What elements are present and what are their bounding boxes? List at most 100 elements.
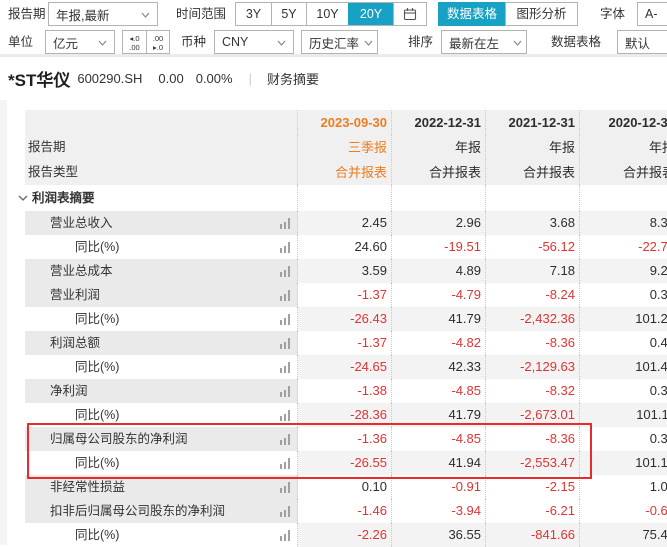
value-cell: 3.68 xyxy=(486,211,580,235)
bar-chart-icon[interactable] xyxy=(278,458,290,469)
table-row: 归属母公司股东的净利润-1.36-4.85-8.360.34 xyxy=(25,427,667,451)
sort-value: 最新在左 xyxy=(449,33,499,52)
value-cell: -2.15 xyxy=(486,475,580,499)
row-label-cell: 营业利润 xyxy=(25,283,298,307)
bar-chart-icon[interactable] xyxy=(278,290,290,301)
bar-chart-icon[interactable] xyxy=(278,338,290,349)
value-cell: -22.72 xyxy=(580,235,667,259)
unit-dropdown[interactable]: 亿元 xyxy=(45,30,115,54)
sort-label: 排序 xyxy=(408,35,433,49)
row-label-cell: 同比(%) xyxy=(25,523,298,547)
column-header: 年报 xyxy=(486,135,580,160)
calendar-icon[interactable] xyxy=(393,3,426,25)
report-period-dropdown[interactable]: 年报,最新 xyxy=(48,2,158,26)
row-label: 营业总收入 xyxy=(25,211,113,235)
font-label: 字体 xyxy=(600,7,625,21)
time-range-10y[interactable]: 10Y xyxy=(306,3,348,25)
chevron-down-icon xyxy=(277,35,286,49)
row-label-cell: 非经常性损益 xyxy=(25,475,298,499)
view-tab-0[interactable]: 数据表格 xyxy=(438,2,506,26)
table-row: 同比(%)-26.4341.79-2,432.36101.24 xyxy=(25,307,667,331)
bar-chart-icon[interactable] xyxy=(278,314,290,325)
column-header: 年报 xyxy=(580,135,667,160)
section-income-statement-summary[interactable]: 利润表摘要 xyxy=(25,185,667,211)
font-size-control[interactable]: A- xyxy=(637,2,667,26)
bar-chart-icon[interactable] xyxy=(278,266,290,277)
fx-rate-dropdown[interactable]: 历史汇率 xyxy=(301,30,378,54)
bar-chart-icon[interactable] xyxy=(278,242,290,253)
value-cell: -4.85 xyxy=(392,379,486,403)
row-label-cell: 净利润 xyxy=(25,379,298,403)
bar-chart-icon[interactable] xyxy=(278,506,290,517)
bar-chart-icon[interactable] xyxy=(278,386,290,397)
column-header: 2020-12-31 xyxy=(580,110,667,135)
bar-chart-icon[interactable] xyxy=(278,434,290,445)
table-style-label: 数据表格 xyxy=(551,35,601,49)
table-row: 同比(%)24.60-19.51-56.12-22.72 xyxy=(25,235,667,259)
table-row: 同比(%)-2.2636.55-841.6675.48 xyxy=(25,523,667,547)
value-cell: -4.82 xyxy=(392,331,486,355)
row-label-cell: 同比(%) xyxy=(25,235,298,259)
security-name: *ST华仪 xyxy=(8,66,70,91)
view-tab-1[interactable]: 图形分析 xyxy=(505,2,578,26)
decrease-decimals-button[interactable]: ◂.0 .00 xyxy=(123,31,146,53)
row-label: 营业总成本 xyxy=(25,259,113,283)
table-style-dropdown[interactable]: 默认 xyxy=(617,30,667,54)
value-cell: -8.32 xyxy=(486,379,580,403)
value-cell: 2.96 xyxy=(392,211,486,235)
row-label: 扣非后归属母公司股东的净利润 xyxy=(25,499,225,523)
bar-chart-icon[interactable] xyxy=(278,218,290,229)
time-range-5y[interactable]: 5Y xyxy=(271,3,306,25)
value-cell: 101.17 xyxy=(580,451,667,475)
value-cell: 0.41 xyxy=(580,331,667,355)
column-header: 2021-12-31 xyxy=(486,110,580,135)
value-cell: -2,129.63 xyxy=(486,355,580,379)
value-cell: 36.55 xyxy=(392,523,486,547)
toolbar: 报告期 年报,最新 时间范围 3Y5Y10Y20Y 数据表格图形分析 字体 A-… xyxy=(0,0,667,57)
header-row: 报告类型合并报表合并报表合并报表合并报表 xyxy=(25,160,667,185)
time-range-3y[interactable]: 3Y xyxy=(236,3,271,25)
bar-chart-icon[interactable] xyxy=(278,530,290,541)
column-header: 合并报表 xyxy=(392,160,486,185)
value-cell: 41.79 xyxy=(392,403,486,427)
report-period-row-label: 报告期 xyxy=(25,135,298,160)
row-label-cell: 同比(%) xyxy=(25,307,298,331)
row-label-cell: 利润总额 xyxy=(25,331,298,355)
sort-dropdown[interactable]: 最新在左 xyxy=(441,30,527,54)
currency-dropdown[interactable]: CNY xyxy=(214,30,294,54)
value-cell: 4.89 xyxy=(392,259,486,283)
section-title: 利润表摘要 xyxy=(32,185,95,211)
fx-rate-value: 历史汇率 xyxy=(309,33,359,52)
value-cell: 0.34 xyxy=(580,427,667,451)
row-label: 非经常性损益 xyxy=(25,475,125,499)
value-cell: -24.65 xyxy=(298,355,392,379)
chevron-down-icon xyxy=(98,35,107,49)
table-row: 扣非后归属母公司股东的净利润-1.46-3.94-6.21-0.66 xyxy=(25,499,667,523)
value-cell: 0.10 xyxy=(298,475,392,499)
view-mode-tabs: 数据表格图形分析 xyxy=(438,2,578,26)
value-cell: 101.11 xyxy=(580,403,667,427)
header-row: 2023-09-302022-12-312021-12-312020-12-31 xyxy=(25,110,667,135)
collapse-chevron-icon[interactable] xyxy=(18,195,28,201)
unit-label: 单位 xyxy=(8,35,33,49)
chevron-down-icon xyxy=(364,35,373,49)
value-cell: 2.45 xyxy=(298,211,392,235)
column-header: 合并报表 xyxy=(580,160,667,185)
currency-value: CNY xyxy=(222,35,248,49)
table-row: 营业总收入2.452.963.688.39 xyxy=(25,211,667,235)
row-label: 同比(%) xyxy=(25,523,119,547)
value-cell: -6.21 xyxy=(486,499,580,523)
column-header: 年报 xyxy=(392,135,486,160)
table-row: 利润总额-1.37-4.82-8.360.41 xyxy=(25,331,667,355)
time-range-20y[interactable]: 20Y xyxy=(348,3,393,25)
column-header: 2023-09-30 xyxy=(298,110,392,135)
report-period-label: 报告期 xyxy=(8,7,46,21)
row-label: 净利润 xyxy=(25,379,88,403)
increase-decimals-button[interactable]: .00 ▸.0 xyxy=(146,31,169,53)
unit-value: 亿元 xyxy=(53,33,78,52)
value-cell: -8.24 xyxy=(486,283,580,307)
bar-chart-icon[interactable] xyxy=(278,482,290,493)
bar-chart-icon[interactable] xyxy=(278,362,290,373)
bar-chart-icon[interactable] xyxy=(278,410,290,421)
row-label: 同比(%) xyxy=(25,355,119,379)
